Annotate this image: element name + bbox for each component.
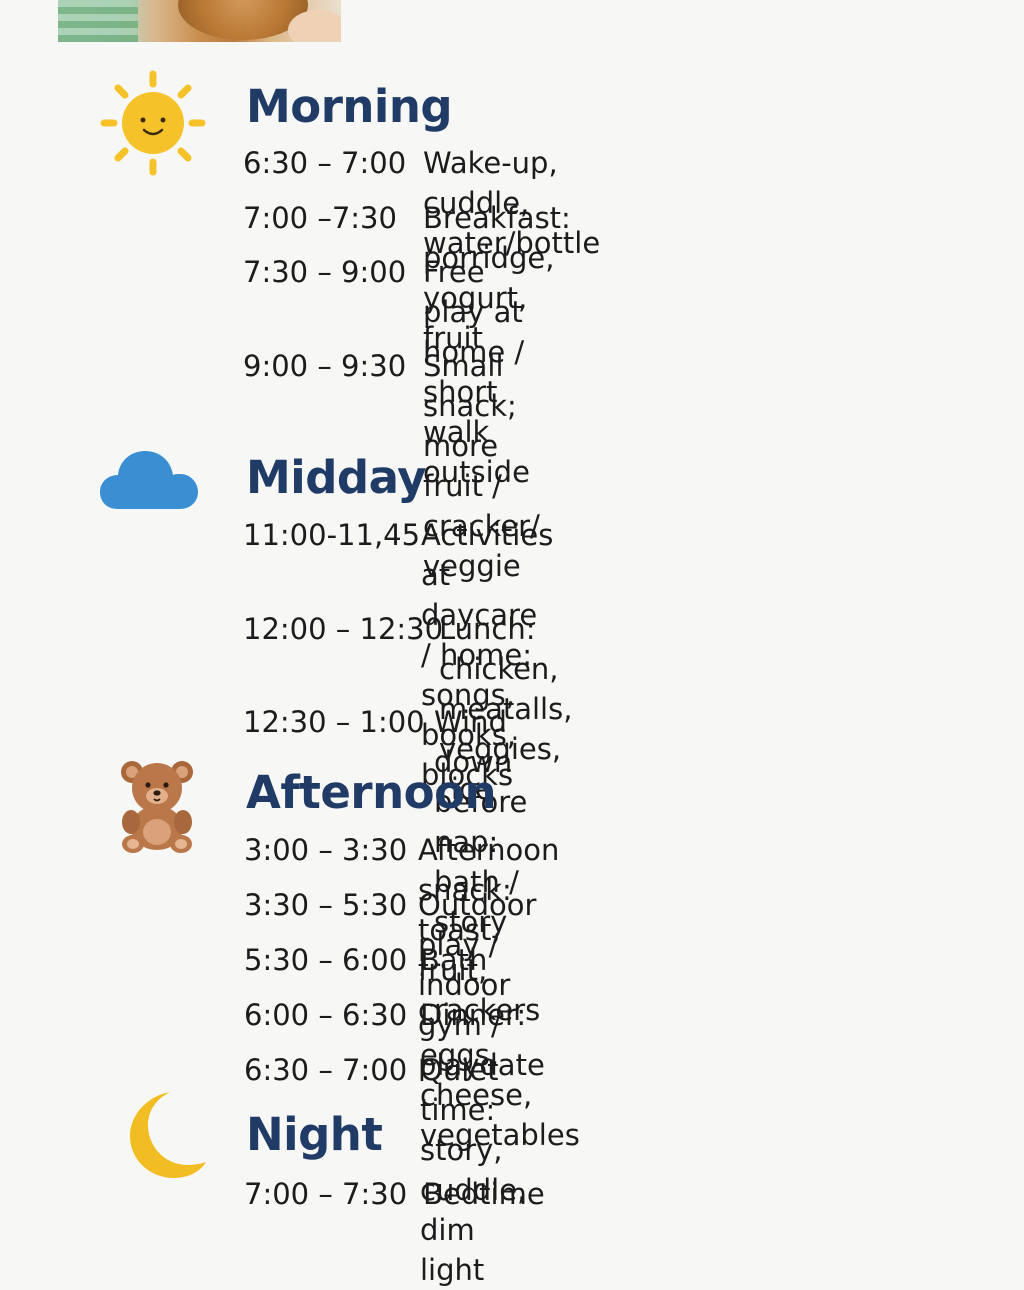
heading-afternoon: Afternoon <box>246 766 497 819</box>
time-range: 7:00 – 7:30 <box>244 1177 408 1211</box>
teddy-bear-icon <box>121 761 193 853</box>
activity-text: Bedtime <box>423 1177 545 1211</box>
moon-icon <box>130 1092 206 1178</box>
activity-text: Quiet time: story, cuddle, dim light <box>420 1053 527 1287</box>
time-range: 3:00 – 3:30 <box>244 833 408 867</box>
activity-text: Bath <box>420 943 488 977</box>
hand <box>288 10 341 42</box>
header-photo <box>58 0 341 42</box>
time-range: 11:00-11,45 <box>243 518 421 552</box>
heading-night: Night <box>246 1108 383 1161</box>
heading-morning: Morning <box>246 80 453 133</box>
time-range: 6:30 – 7:00 <box>243 146 407 180</box>
heading-midday: Midday <box>246 451 426 504</box>
time-range: 5:30 – 6:00 <box>244 943 408 977</box>
cloud-icon <box>100 451 198 509</box>
time-range: 12:00 – 12:30 <box>243 612 444 646</box>
time-range: 7:00 –7:30 <box>243 201 397 235</box>
time-range: 9:00 – 9:30 <box>243 349 407 383</box>
time-range: 6:30 – 7:00 <box>244 1053 408 1087</box>
time-range: 12:30 – 1:00 <box>243 705 425 739</box>
time-range: 7:30 – 9:00 <box>243 255 407 289</box>
time-range: 3:30 – 5:30 <box>244 888 408 922</box>
time-range: 6:00 – 6:30 <box>244 998 408 1032</box>
striped-shirt <box>58 0 138 42</box>
sun-icon <box>100 70 206 176</box>
